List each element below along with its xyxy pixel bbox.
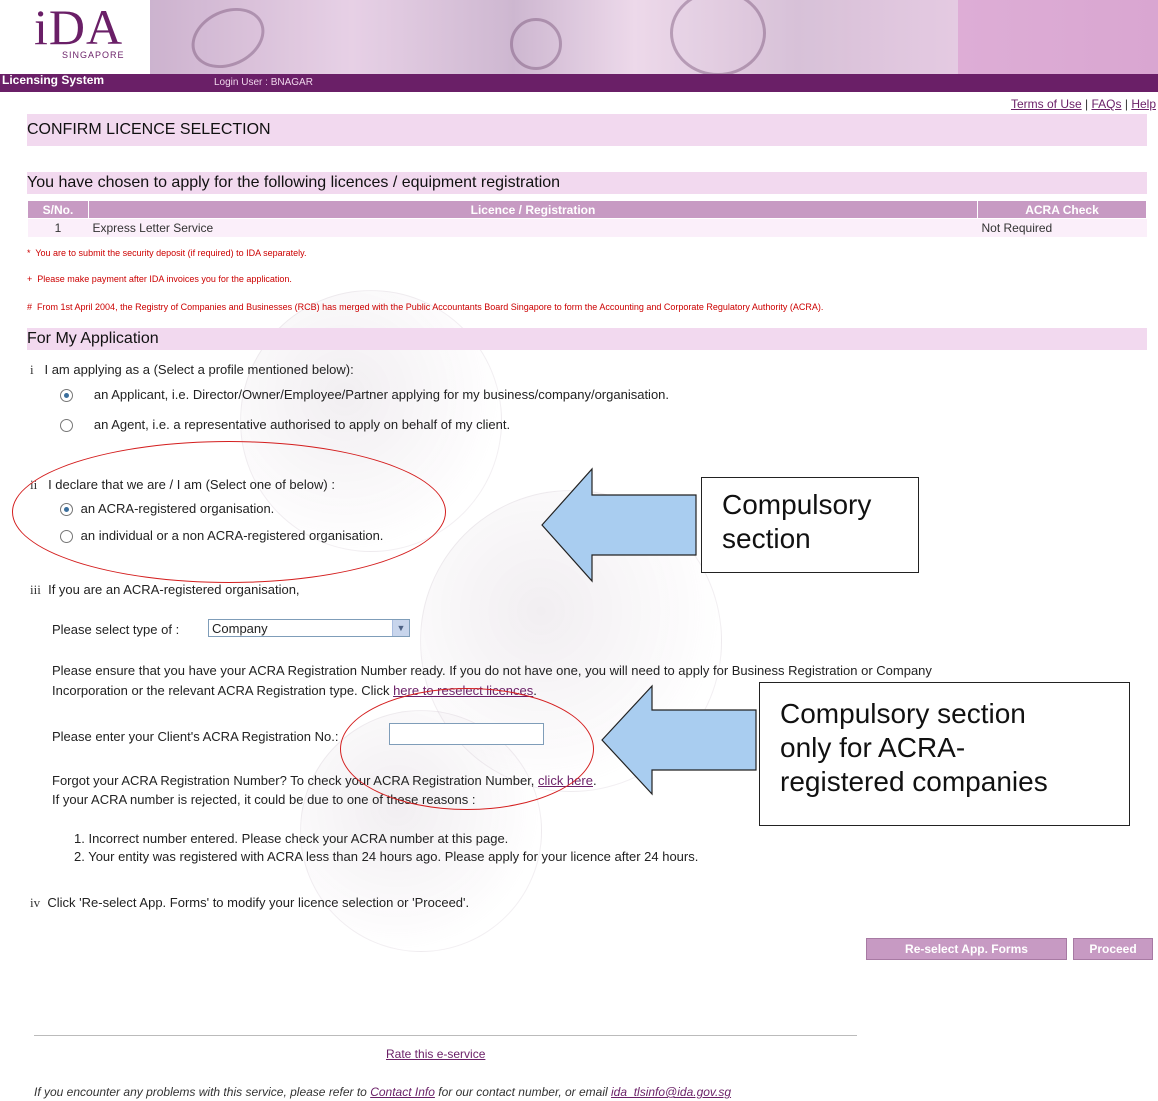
question-label: Click 'Re-select App. Forms' to modify y… xyxy=(47,895,470,910)
row-sno: 1 xyxy=(27,218,89,237)
question-label: If you are an ACRA-registered organisati… xyxy=(48,582,300,597)
question-numeral: iv xyxy=(30,895,41,910)
note-mark: + xyxy=(27,274,33,284)
link-separator: | xyxy=(1085,97,1089,111)
top-links: Terms of Use | FAQs | Help xyxy=(1011,97,1156,111)
table-row: 1 Express Letter Service Not Required xyxy=(27,218,1147,237)
note-text: You are to submit the security deposit (… xyxy=(35,248,307,258)
callout-line: Compulsory section xyxy=(780,698,1026,729)
option-label: an Agent, i.e. a representative authoris… xyxy=(93,417,511,432)
radio-applicant[interactable] xyxy=(60,389,73,403)
ensure-text: Incorporation or the relevant ACRA Regis… xyxy=(52,683,390,698)
email-link[interactable]: ida_tlsinfo@ida.gov.sg xyxy=(611,1085,731,1099)
rate-link-wrap: Rate this e-service xyxy=(386,1047,485,1061)
system-title: Telecoms Licensing System xyxy=(2,58,104,88)
column-header: S/No. xyxy=(27,200,89,219)
footer-help-text: If you encounter any problems with this … xyxy=(34,1085,731,1099)
help-link[interactable]: Help xyxy=(1131,97,1156,111)
faqs-link[interactable]: FAQs xyxy=(1091,97,1121,111)
terms-of-use-link[interactable]: Terms of Use xyxy=(1011,97,1082,111)
annotation-callout-1: Compulsory section xyxy=(701,477,919,573)
application-heading: For My Application xyxy=(27,328,1147,350)
annotation-arrow-2 xyxy=(601,684,757,796)
note-deposit: * You are to submit the security deposit… xyxy=(27,248,307,258)
question-profile: i I am applying as a (Select a profile m… xyxy=(30,362,354,378)
footer-divider xyxy=(34,1035,857,1036)
option-applicant[interactable]: an Applicant, i.e. Director/Owner/Employ… xyxy=(60,387,670,403)
logo-text: iDA xyxy=(34,0,124,55)
note-text: Please make payment after IDA invoices y… xyxy=(37,274,292,284)
row-acra-check: Not Required xyxy=(977,218,1147,237)
footer-text-part: If you encounter any problems with this … xyxy=(34,1085,367,1099)
annotation-callout-2: Compulsory section only for ACRA- regist… xyxy=(759,682,1130,826)
radio-agent[interactable] xyxy=(60,419,73,433)
link-separator: | xyxy=(1124,97,1128,111)
annotation-arrow-1 xyxy=(541,467,697,583)
contact-info-link[interactable]: Contact Info xyxy=(370,1085,435,1099)
rate-e-service-link[interactable]: Rate this e-service xyxy=(386,1047,485,1061)
system-title-line2: Licensing System xyxy=(2,73,105,87)
licences-heading: You have chosen to apply for the followi… xyxy=(27,172,1147,194)
column-header: Licence / Registration xyxy=(88,200,978,219)
reselect-app-forms-button[interactable]: Re-select App. Forms xyxy=(866,938,1067,960)
organisation-type-select[interactable]: Company ▼ xyxy=(208,619,410,637)
type-select-label: Please select type of : xyxy=(52,622,180,637)
login-user-label: Login User : BNAGAR xyxy=(214,77,313,88)
question-label: I am applying as a (Select a profile men… xyxy=(44,362,354,377)
question-numeral: iii xyxy=(30,582,41,597)
table-header-row: S/No. Licence / Registration ACRA Check xyxy=(27,200,1147,219)
callout-line: only for ACRA- xyxy=(780,732,966,763)
proceed-button[interactable]: Proceed xyxy=(1073,938,1153,960)
callout-line: registered companies xyxy=(780,766,1048,797)
column-header: ACRA Check xyxy=(977,200,1147,219)
reason-item: 2. Your entity was registered with ACRA … xyxy=(74,849,699,864)
note-mark: * xyxy=(27,248,31,258)
chevron-down-icon[interactable]: ▼ xyxy=(392,620,409,636)
note-text: From 1st April 2004, the Registry of Com… xyxy=(37,302,824,312)
question-proceed: iv Click 'Re-select App. Forms' to modif… xyxy=(30,895,469,911)
ensure-text-line1: Please ensure that you have your ACRA Re… xyxy=(52,663,932,678)
note-payment: + Please make payment after IDA invoices… xyxy=(27,274,292,284)
row-licence: Express Letter Service xyxy=(88,218,978,237)
annotation-ellipse-registration xyxy=(340,688,594,810)
system-title-line1: Telecoms xyxy=(2,58,57,72)
option-label: an Applicant, i.e. Director/Owner/Employ… xyxy=(93,387,670,402)
page-title: CONFIRM LICENCE SELECTION xyxy=(27,114,1147,146)
option-agent[interactable]: an Agent, i.e. a representative authoris… xyxy=(60,417,511,433)
note-acra: # From 1st April 2004, the Registry of C… xyxy=(27,302,823,312)
footer-text-part: for our contact number, or email xyxy=(438,1085,608,1099)
question-numeral: i xyxy=(30,362,34,377)
registration-label: Please enter your Client's ACRA Registra… xyxy=(52,729,339,744)
header-photo-strip xyxy=(150,0,958,80)
annotation-ellipse-declaration xyxy=(12,441,446,583)
licence-table: S/No. Licence / Registration ACRA Check … xyxy=(27,200,1147,237)
select-value: Company xyxy=(212,621,268,636)
title-bar xyxy=(0,74,1158,92)
note-mark: # xyxy=(27,302,33,312)
question-acra-org: iii If you are an ACRA-registered organi… xyxy=(30,582,300,598)
reason-item: 1. Incorrect number entered. Please chec… xyxy=(74,831,509,846)
header-banner: iDA SINGAPORE Telecoms Licensing System … xyxy=(0,0,1158,92)
